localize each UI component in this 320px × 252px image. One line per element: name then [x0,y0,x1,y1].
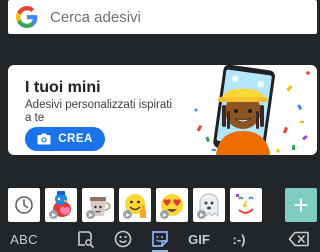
backspace-button[interactable] [286,226,312,252]
sticker-strip [0,186,320,224]
heart-eyes-sticker[interactable] [156,188,188,222]
search-input[interactable]: Cerca adesivi [50,9,141,26]
doodle-face-sticker-icon [235,193,257,217]
crea-button[interactable]: CREA [25,127,105,151]
camera-icon [37,133,51,145]
backspace-icon [288,231,309,247]
sticker-search-bar[interactable]: Cerca adesivi [8,0,317,34]
ghost-sticker[interactable] [193,188,225,222]
gif-label: GIF [188,231,210,247]
coffee-cup-sticker[interactable] [82,188,114,222]
doodle-face-sticker[interactable] [230,188,262,222]
avatar-phone-illustration [194,65,310,155]
keyboard-bottom-bar: ABC GIF :-) [0,226,320,252]
add-sticker-pack-button[interactable]: + [285,188,317,222]
gif-tab[interactable]: GIF [184,226,214,252]
mini-stickers-promo-card: I tuoi mini Adesivi personalizzati ispir… [8,65,317,155]
sticker-icon [152,231,168,247]
animated-badge-icon [49,210,58,219]
emoji-tab[interactable] [112,226,134,252]
red-bird-sticker[interactable] [45,188,77,222]
animated-badge-icon [86,210,95,219]
bitmoji-tab[interactable] [74,226,96,252]
sticker-search-icon [78,231,94,248]
thumbs-up-sticker[interactable] [119,188,151,222]
recent-stickers-tab[interactable] [8,188,40,222]
animated-badge-icon [197,210,206,219]
emoji-icon [114,230,132,248]
google-g-icon [16,6,38,28]
abc-label: ABC [10,231,38,247]
animated-badge-icon [160,210,169,219]
stickers-tab[interactable] [149,226,171,252]
promo-description: Adesivi personalizzati ispirati a te [25,99,173,124]
promo-title: I tuoi mini [25,79,101,96]
clock-icon [15,196,33,214]
abc-keyboard-tab[interactable]: ABC [6,226,42,252]
animated-badge-icon [123,210,132,219]
emoticon-label: :-) [232,231,246,247]
crea-button-label: CREA [58,133,93,145]
emoticon-tab[interactable]: :-) [226,226,252,252]
